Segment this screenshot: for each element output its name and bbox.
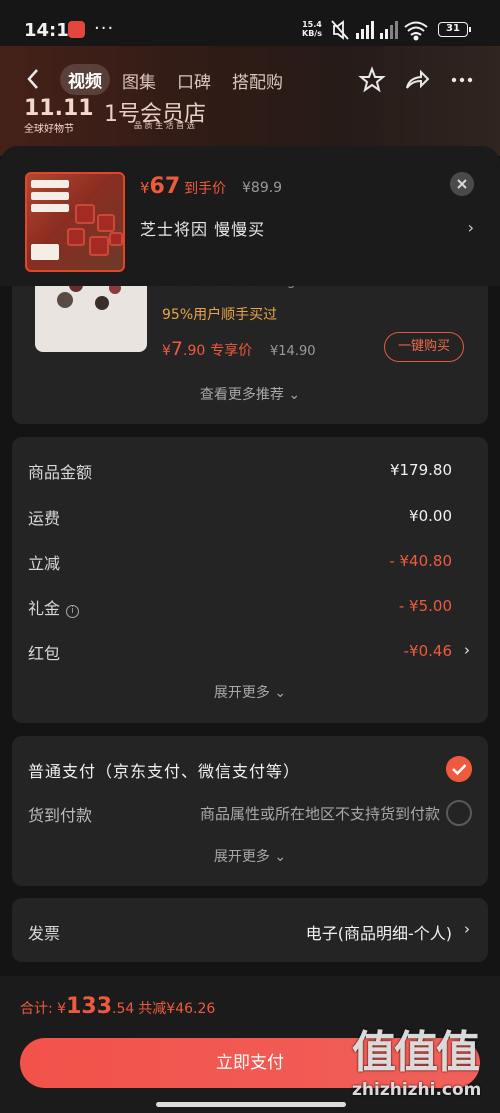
product-currency: ¥	[140, 179, 150, 197]
invoice-value[interactable]: 电子(商品明细-个人)	[306, 920, 452, 944]
network-speed-value: 15.4	[302, 20, 322, 29]
product-image-tag	[31, 192, 69, 200]
payment-expand-link[interactable]: 展开更多 ⌄	[12, 846, 488, 866]
order-total: 合计: ¥133.54 共减¥46.26	[20, 994, 215, 1019]
product-price-value: 67	[149, 174, 181, 199]
product-image-cube	[109, 232, 123, 246]
product-original-price: ¥89.9	[242, 180, 283, 196]
cash-on-delivery-note: 商品属性或所在地区不支持货到付款	[199, 805, 440, 823]
network-speed: 15.4 KB/s	[302, 20, 322, 38]
recommend-stat: 95%用户顺手买过	[162, 307, 278, 323]
total-prefix: 合计: ¥	[20, 1001, 67, 1017]
shipping-label: 运费	[28, 509, 61, 528]
invoice-label: 发票	[28, 924, 61, 943]
price-summary-card: 商品金额 ¥179.80 运费 ¥0.00 立减 - ¥40.80 礼金 i - …	[12, 437, 488, 723]
one-click-buy-button[interactable]: 一键购买	[384, 332, 464, 362]
recommend-original-price: ¥14.90	[270, 344, 316, 359]
back-icon[interactable]	[22, 64, 44, 94]
gift-cash-value: - ¥5.00	[398, 597, 452, 615]
invoice-chevron-icon[interactable]: ›	[464, 920, 470, 938]
cod-radio-button[interactable]	[446, 800, 472, 826]
product-image-cube	[75, 204, 95, 224]
cash-on-delivery-option[interactable]: 货到付款	[28, 802, 92, 826]
more-recommend-link[interactable]: 查看更多推荐 ⌄	[12, 384, 488, 404]
tab-reviews[interactable]: 口碑	[177, 68, 211, 93]
red-packet-value[interactable]: -¥0.46	[404, 642, 452, 660]
product-nav-bar: 视频 图集 口碑 搭配购	[0, 60, 500, 100]
total-saved: 共减¥46.26	[138, 1001, 216, 1017]
product-image-cube	[89, 236, 109, 256]
product-variant[interactable]: 芝士将因 慢慢买	[140, 216, 265, 240]
home-indicator[interactable]	[156, 1102, 346, 1107]
goods-amount-label: 商品金额	[28, 463, 93, 482]
battery-icon: 31	[438, 22, 471, 37]
signal-wifi-icons	[331, 20, 428, 41]
product-image-cube	[67, 228, 85, 246]
red-packet-chevron-icon[interactable]: ›	[464, 641, 470, 659]
network-speed-unit: KB/s	[302, 29, 322, 38]
total-dec: .54	[112, 1001, 135, 1017]
status-more-notifications: ···	[94, 18, 115, 39]
product-header: ¥67 到手价 ¥89.9 芝士将因 慢慢买 ›	[0, 146, 500, 286]
member-store-slogan: 品 质 生 活 首 选	[134, 121, 195, 130]
recommend-price-dec: .90	[183, 343, 206, 359]
close-icon[interactable]	[450, 172, 474, 196]
star-icon[interactable]	[358, 66, 386, 94]
red-packet-label[interactable]: 红包	[28, 640, 60, 664]
checkmark-icon[interactable]	[446, 756, 472, 782]
tab-video[interactable]: 视频	[60, 64, 110, 95]
tab-gallery[interactable]: 图集	[122, 68, 156, 93]
app-notification-icon	[68, 21, 85, 38]
double-eleven-logo: 11.11	[24, 96, 94, 121]
recommend-currency: ¥	[162, 343, 171, 359]
total-int: 133	[66, 994, 113, 1019]
shipping-value: ¥0.00	[409, 507, 452, 525]
watermark-url: zhizhizhi.com	[352, 1080, 482, 1100]
checkout-sheet: 黑胡椒盐黑胡椒145g 95%用户顺手买过 ¥7.90专享价 ¥14.90 一键…	[0, 146, 500, 1113]
mute-icon	[331, 20, 349, 40]
wifi-icon	[404, 21, 428, 41]
checkout-footer: 合计: ¥133.54 共减¥46.26 立即支付 值值值 zhizhizhi.c…	[0, 976, 500, 1113]
promo-banner: 11.11 全球好物节 1号会员店 品 质 生 活 首 选	[24, 96, 254, 136]
gift-cash-label: 礼金 i	[28, 595, 80, 619]
product-image-cube	[97, 214, 115, 232]
product-price: ¥67 到手价	[140, 174, 226, 199]
product-image-tag	[31, 244, 59, 260]
product-image-tag	[31, 180, 69, 188]
recommend-price-label: 专享价	[210, 343, 253, 359]
double-eleven-slogan: 全球好物节	[24, 124, 74, 135]
gift-cash-text: 礼金	[28, 599, 61, 618]
site-watermark: 值值值 zhizhizhi.com	[348, 1016, 498, 1111]
instant-discount-value: - ¥40.80	[389, 552, 452, 570]
share-icon[interactable]	[403, 66, 431, 94]
goods-amount-value: ¥179.80	[389, 461, 452, 479]
summary-expand-link[interactable]: 展开更多 ⌄	[12, 682, 488, 702]
instant-discount-label: 立减	[28, 554, 61, 573]
info-icon[interactable]: i	[66, 605, 80, 618]
product-image-tag	[31, 204, 69, 212]
tab-bundle[interactable]: 搭配购	[232, 68, 283, 93]
watermark-glyphs: 值值值	[352, 1027, 480, 1078]
normal-payment-option[interactable]: 普通支付（京东支付、微信支付等）	[28, 758, 300, 782]
invoice-card[interactable]: 发票 电子(商品明细-个人) ›	[12, 898, 488, 962]
product-image[interactable]	[25, 172, 125, 272]
payment-method-card: 普通支付（京东支付、微信支付等） 货到付款 商品属性或所在地区不支持货到付款 展…	[12, 736, 488, 886]
cell-signal-icon	[356, 21, 398, 39]
product-price-label: 到手价	[184, 181, 227, 197]
recommend-price-int: 7	[170, 338, 184, 360]
more-icon[interactable]	[448, 66, 476, 94]
recommend-price: ¥7.90 专享价	[162, 338, 252, 360]
variant-chevron-icon[interactable]: ›	[468, 218, 474, 237]
